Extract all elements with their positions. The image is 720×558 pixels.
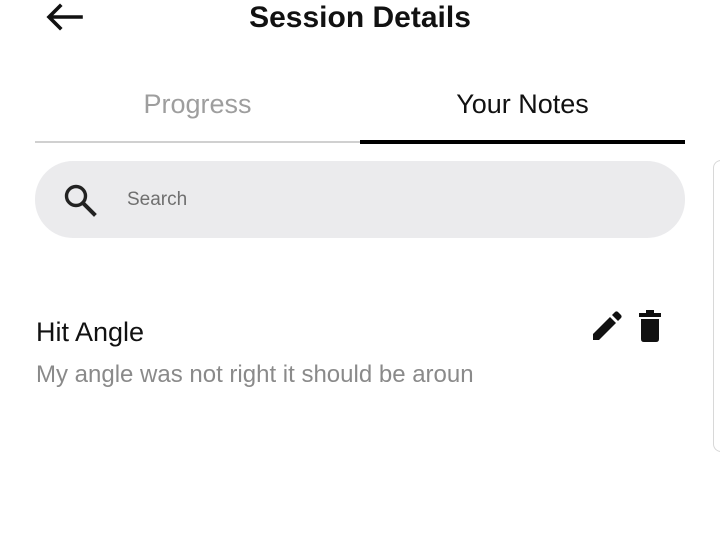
tab-bar: Progress Your Notes — [35, 78, 685, 144]
edge-panel-handle[interactable] — [713, 160, 720, 452]
note-title: Hit Angle — [36, 317, 145, 347]
edit-note-button[interactable] — [589, 308, 625, 344]
tab-your-notes-label: Your Notes — [456, 89, 589, 119]
search-bar[interactable] — [35, 161, 685, 238]
delete-note-button[interactable] — [635, 308, 665, 344]
tab-progress[interactable]: Progress — [35, 78, 360, 144]
page-title: Session Details — [249, 1, 471, 34]
tab-progress-underline — [35, 141, 360, 143]
tab-your-notes[interactable]: Your Notes — [360, 78, 685, 144]
list-item[interactable]: Hit Angle My angle was not right it shou… — [35, 300, 685, 400]
session-details-screen: Session Details Progress Your Notes Hit … — [0, 0, 720, 558]
search-icon — [64, 184, 97, 217]
note-preview: My angle was not right it should be arou… — [36, 361, 474, 388]
search-input[interactable] — [125, 179, 649, 221]
tab-progress-label: Progress — [143, 89, 252, 119]
pencil-icon — [593, 311, 622, 340]
tab-active-indicator — [360, 140, 685, 144]
trash-icon — [639, 310, 661, 342]
